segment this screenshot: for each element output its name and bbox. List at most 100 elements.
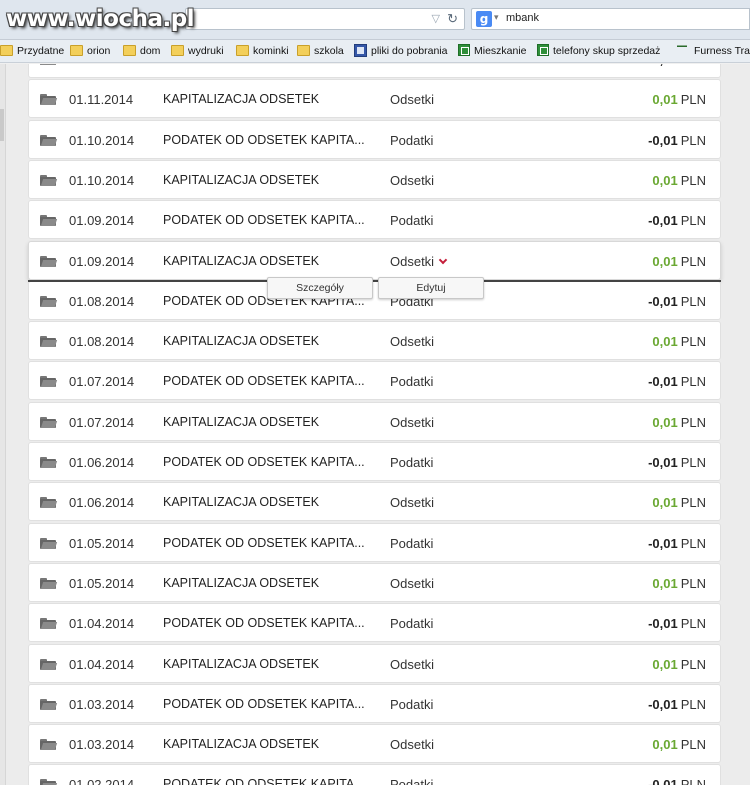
folder-icon[interactable] [40, 699, 58, 710]
transaction-category: Podatki [390, 616, 433, 631]
transaction-row[interactable]: 01.03.2014 PODATEK OD ODSETEK KAPITA... Po… [28, 684, 721, 723]
transaction-description: PODATEK OD ODSETEK KAPITAŁ... [163, 64, 372, 66]
transaction-description: KAPITALIZACJA ODSETEK [163, 737, 320, 751]
folder-icon[interactable] [40, 175, 58, 186]
chevron-down-icon[interactable] [438, 255, 448, 265]
folder-icon[interactable] [40, 94, 58, 105]
dropdown-arrow-icon[interactable]: ▽ [432, 12, 440, 25]
google-icon[interactable]: g [476, 11, 492, 27]
transaction-row[interactable]: 01.08.2014 KAPITALIZACJA ODSETEK Odsetki 0,… [28, 321, 721, 360]
category-label: Podatki [390, 536, 434, 551]
transaction-row[interactable]: 01.08.2014 PODATEK OD ODSETEK KAPITA... Po… [28, 281, 721, 320]
transaction-row[interactable]: 01.07.2014 PODATEK OD ODSETEK KAPITA... Po… [28, 361, 721, 400]
transaction-category: Podatki [390, 213, 433, 228]
category-label: Podatki [390, 374, 434, 389]
folder-icon[interactable] [40, 336, 58, 347]
transaction-amount: 0,01 PLN [652, 737, 706, 752]
transaction-row[interactable]: 01.07.2014 KAPITALIZACJA ODSETEK Odsetki 0,… [28, 402, 721, 441]
folder-icon [171, 44, 184, 56]
bookmark-label: orion [87, 45, 111, 57]
url-bar[interactable]: ▽ ↻ [185, 8, 465, 30]
folder-icon[interactable] [40, 457, 58, 468]
transaction-row[interactable]: 01.09.2014 PODATEK OD ODSETEK KAPITA... Po… [28, 200, 721, 239]
transaction-row[interactable]: 01.11.2014 KAPITALIZACJA ODSETEK Odsetki 0,… [28, 79, 721, 118]
folder-icon[interactable] [40, 618, 58, 629]
transaction-date: 01.10.2014 [69, 173, 135, 188]
transaction-amount: -0,01PLN [648, 213, 706, 228]
folder-icon[interactable] [40, 417, 58, 428]
folder-icon[interactable] [40, 376, 58, 387]
transaction-amount: -0,01PLN [648, 777, 706, 785]
amount-currency: PLN [680, 294, 706, 309]
bookmark-label: dom [140, 45, 161, 57]
transaction-amount: 0,01 PLN [652, 92, 706, 107]
transaction-row[interactable]: 01.06.2014 PODATEK OD ODSETEK KAPITA... Po… [28, 442, 721, 481]
folder-icon[interactable] [40, 739, 58, 750]
transaction-row[interactable]: 01.02.2014 PODATEK OD ODSETEK KAPITA... Po… [28, 764, 721, 785]
transaction-date: 01.07.2014 [69, 374, 135, 389]
bookmark-kominki[interactable]: kominki [236, 44, 289, 60]
side-tab[interactable] [0, 109, 4, 141]
bookmark-telefony[interactable]: telefony skup sprzedaż [537, 44, 660, 60]
amount-currency: PLN [680, 777, 706, 785]
folder-icon[interactable] [40, 215, 58, 226]
transaction-row[interactable]: 01.11.2014 PODATEK OD ODSETEK KAPITAŁ... P… [28, 64, 721, 78]
transaction-date: 01.04.2014 [69, 616, 135, 631]
bookmark-przydatne[interactable]: Przydatne [0, 44, 64, 60]
amount-value: -0,01 [648, 777, 678, 785]
transaction-row[interactable]: 01.06.2014 KAPITALIZACJA ODSETEK Odsetki 0,… [28, 482, 721, 521]
transaction-amount: -0,01PLN [648, 133, 706, 148]
bookmark-wydruki[interactable]: wydruki [171, 44, 224, 60]
transaction-category: Podatki [390, 536, 433, 551]
transaction-category: Podatki [390, 697, 433, 712]
amount-currency: PLN [680, 495, 706, 510]
folder-icon[interactable] [40, 64, 58, 65]
bookmark-orion[interactable]: orion [70, 44, 110, 60]
details-button[interactable]: Szczegóły [267, 277, 373, 299]
category-label: Odsetki [390, 576, 435, 591]
folder-icon[interactable] [40, 779, 58, 785]
search-bar[interactable]: g ▾ mbank [471, 8, 750, 30]
transaction-row[interactable]: 01.10.2014 KAPITALIZACJA ODSETEK Odsetki 0,… [28, 160, 721, 199]
folder-icon[interactable] [40, 296, 58, 307]
transaction-date: 01.08.2014 [69, 334, 135, 349]
search-engine-dropdown-icon[interactable]: ▾ [494, 12, 499, 23]
document-icon [354, 43, 367, 57]
transaction-row[interactable]: 01.05.2014 KAPITALIZACJA ODSETEK Odsetki 0,… [28, 563, 721, 602]
amount-value: 0,01 [652, 254, 678, 269]
transaction-row[interactable]: 01.10.2014 PODATEK OD ODSETEK KAPITA... Po… [28, 120, 721, 159]
folder-icon[interactable] [40, 659, 58, 670]
folder-icon[interactable] [40, 578, 58, 589]
transaction-row[interactable]: 01.04.2014 KAPITALIZACJA ODSETEK Odsetki 0,… [28, 644, 721, 683]
transaction-category: Podatki [390, 455, 433, 470]
amount-value: -0,01 [648, 374, 678, 389]
transaction-row[interactable]: 01.09.2014 KAPITALIZACJA ODSETEK Odsetki 0,… [28, 241, 721, 280]
amount-value: -0,01 [648, 697, 678, 712]
bookmark-szkola[interactable]: szkola [297, 44, 344, 60]
bookmark-pliki-do-pobrania[interactable]: pliki do pobrania [354, 43, 447, 60]
transaction-description: PODATEK OD ODSETEK KAPITA... [163, 213, 365, 227]
reload-icon[interactable]: ↻ [447, 11, 458, 27]
folder-icon[interactable] [40, 135, 58, 146]
folder-icon[interactable] [40, 538, 58, 549]
transaction-category: Podatki [390, 133, 433, 148]
transaction-row[interactable]: 01.03.2014 KAPITALIZACJA ODSETEK Odsetki 0,… [28, 724, 721, 763]
amount-value: 0,01 [652, 334, 678, 349]
bookmark-furness[interactable]: ▬▬ Furness Tra [674, 43, 750, 60]
transaction-row[interactable]: 01.05.2014 PODATEK OD ODSETEK KAPITA... Po… [28, 523, 721, 562]
transaction-description: PODATEK OD ODSETEK KAPITA... [163, 697, 365, 711]
folder-icon[interactable] [40, 497, 58, 508]
transaction-date: 01.03.2014 [69, 737, 135, 752]
bookmark-dom[interactable]: dom [123, 44, 160, 60]
bookmark-mieszkanie[interactable]: Mieszkanie [458, 44, 527, 60]
transaction-description: PODATEK OD ODSETEK KAPITA... [163, 374, 365, 388]
transaction-description: KAPITALIZACJA ODSETEK [163, 254, 320, 268]
transaction-date: 01.08.2014 [69, 294, 135, 309]
edit-button[interactable]: Edytuj [378, 277, 484, 299]
folder-icon[interactable] [40, 256, 58, 267]
search-input[interactable]: mbank [506, 12, 539, 24]
amount-value: 0,01 [652, 657, 678, 672]
transaction-date: 01.11.2014 [69, 64, 133, 67]
amount-currency: PLN [680, 334, 706, 349]
transaction-row[interactable]: 01.04.2014 PODATEK OD ODSETEK KAPITA... Po… [28, 603, 721, 642]
